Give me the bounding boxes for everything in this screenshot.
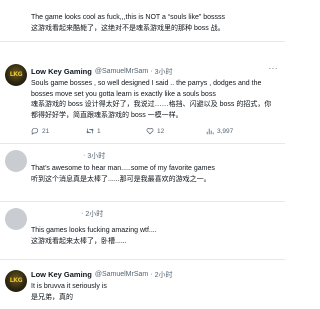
post-3[interactable]: · 3小时 That’s awesome to hear man.....som… bbox=[0, 144, 285, 200]
post-2[interactable]: LKG Low Key Gaming @SamuelMrSam · 3小时 So… bbox=[0, 42, 285, 145]
post-5-text-en: It is bruvva it seriously is bbox=[31, 283, 107, 290]
post-5[interactable]: LKG Low Key Gaming @SamuelMrSam · 2小时 It… bbox=[0, 260, 285, 309]
separator-dot: · bbox=[83, 152, 86, 159]
post-2-text-zh-2: 都得好好学，简直跟魂系游戏的 boss 一模一样。 bbox=[31, 111, 183, 119]
separator-dot: · bbox=[150, 271, 153, 278]
author-name[interactable]: Low Key Gaming bbox=[31, 270, 92, 279]
avatar[interactable]: LKG bbox=[5, 270, 27, 292]
post-time[interactable]: 2小时 bbox=[155, 270, 173, 280]
post-1-text-zh: 这游戏看起来酷毙了，这绝对不是魂系游戏里的那种 boss 战。 bbox=[31, 24, 225, 32]
post-3-text-zh: 听到这个消息真是太棒了......那可是我最喜欢的游戏之一。 bbox=[31, 175, 211, 183]
post-header: · 2小时 bbox=[31, 208, 277, 219]
post-1-text-en: The game looks cool as fuck,,,this is NO… bbox=[31, 14, 225, 21]
post-time[interactable]: 3小时 bbox=[155, 67, 173, 77]
post-header: · 3小时 bbox=[31, 150, 277, 161]
post-2-text-zh-1: 魂系游戏的 boss 设计得太好了，我说过……格挡、闪避以及 boss 的招式，… bbox=[31, 101, 272, 108]
reply-button[interactable]: 21 bbox=[31, 127, 49, 135]
views-button[interactable]: 3,997 bbox=[206, 127, 233, 135]
views-icon bbox=[206, 128, 214, 135]
avatar[interactable] bbox=[5, 150, 27, 172]
author-handle[interactable]: @SamuelMrSam bbox=[95, 271, 148, 278]
low-key-gaming-logo: LKG bbox=[9, 277, 23, 284]
post-3-text-en: That’s awesome to hear man.....some of m… bbox=[31, 165, 215, 172]
post-1[interactable]: The game looks cool as fuck,,,this is NO… bbox=[0, 0, 285, 40]
avatar[interactable]: LKG bbox=[5, 64, 27, 86]
post-time[interactable]: 2小时 bbox=[85, 209, 103, 219]
post-4[interactable]: · 2小时 This games looks fucking amazing w… bbox=[0, 202, 285, 260]
repost-icon bbox=[86, 128, 94, 134]
post-header: Low Key Gaming @SamuelMrSam · 3小时 bbox=[31, 66, 277, 77]
post-2-text-en-1: Souls game bosses , so well designed I s… bbox=[31, 80, 262, 87]
separator-dot: · bbox=[150, 68, 153, 75]
author-name[interactable]: Low Key Gaming bbox=[31, 67, 92, 76]
like-icon bbox=[146, 128, 154, 135]
post-5-text-zh: 是兄弟，真的 bbox=[31, 293, 73, 301]
more-options-icon[interactable]: ··· bbox=[269, 64, 279, 73]
post-4-text-zh: 这游戏看起来太棒了，卧槽...... bbox=[31, 237, 127, 245]
author-handle[interactable]: @SamuelMrSam bbox=[95, 68, 148, 75]
like-button[interactable]: 12 bbox=[146, 127, 164, 135]
avatar[interactable] bbox=[5, 208, 27, 230]
separator-dot: · bbox=[81, 210, 84, 217]
reply-icon bbox=[31, 127, 39, 135]
post-4-text-en: This games looks fucking amazing wtf.... bbox=[31, 227, 157, 234]
post-2-text-en-2: bosses move set you gotta learn is exact… bbox=[31, 90, 216, 98]
post-time[interactable]: 3小时 bbox=[87, 151, 105, 161]
low-key-gaming-logo: LKG bbox=[9, 71, 23, 78]
reply-count: 21 bbox=[42, 127, 50, 135]
repost-count: 1 bbox=[97, 127, 101, 135]
views-count: 3,997 bbox=[217, 127, 234, 135]
repost-button[interactable]: 1 bbox=[86, 127, 101, 135]
like-count: 12 bbox=[157, 127, 165, 135]
post-header: Low Key Gaming @SamuelMrSam · 2小时 bbox=[31, 269, 277, 280]
post-actions: 21 1 12 3,997 bbox=[31, 126, 277, 136]
